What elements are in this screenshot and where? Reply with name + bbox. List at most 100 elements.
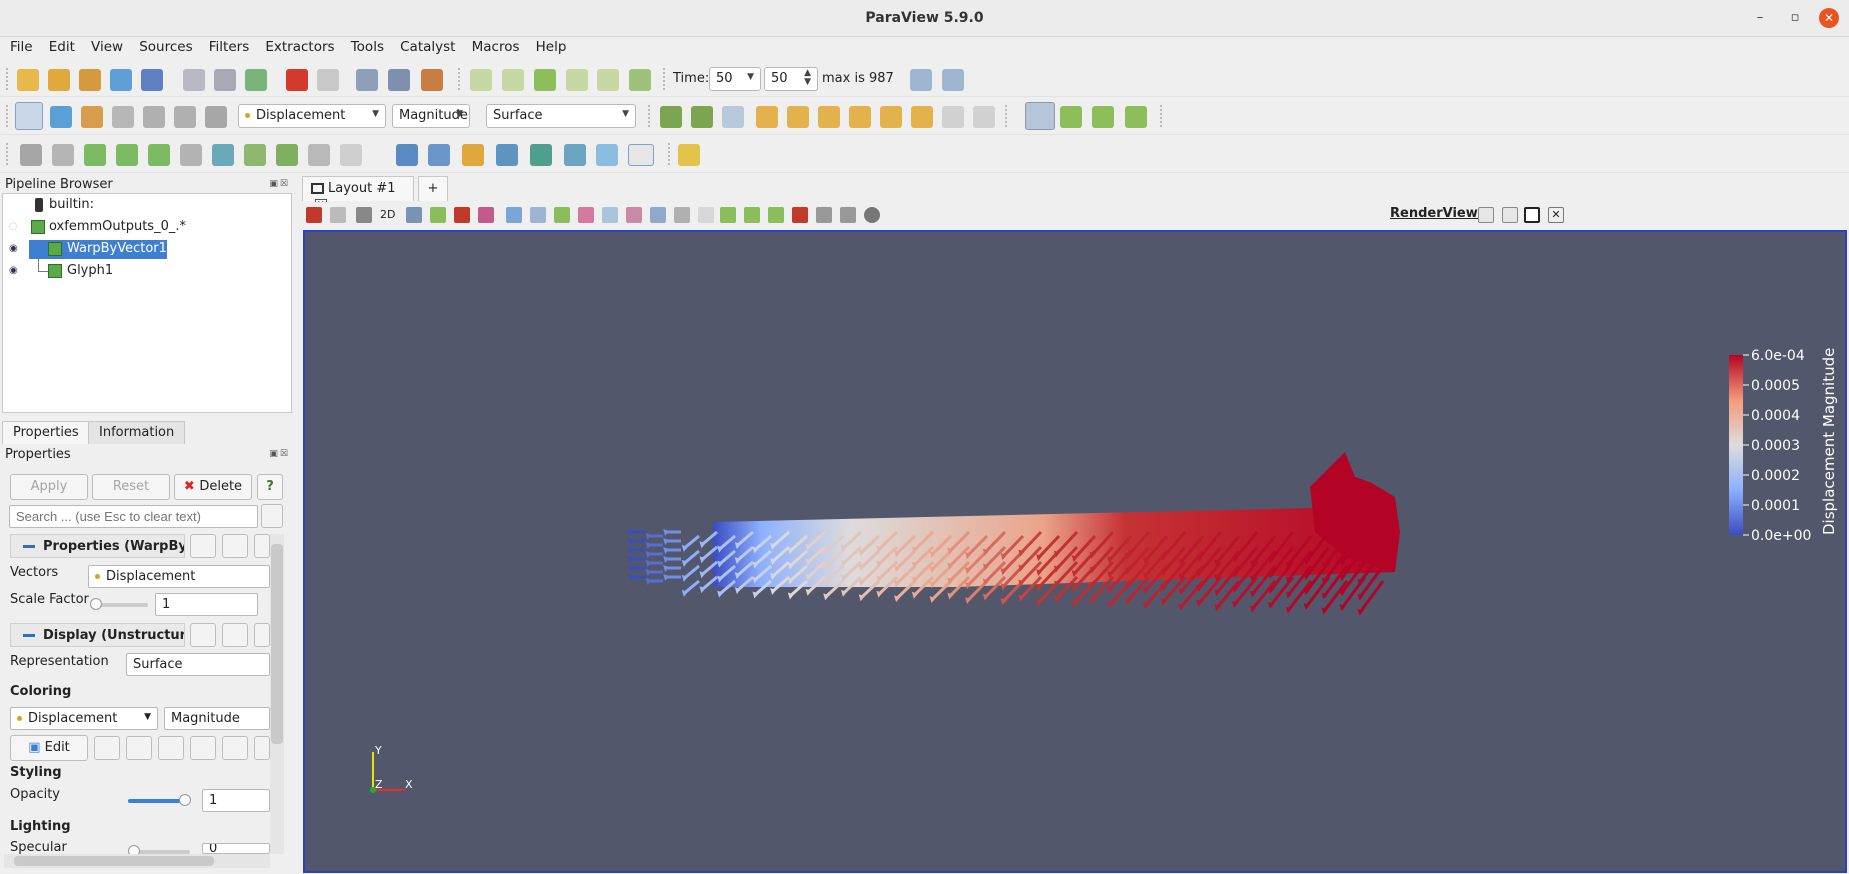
rescale-icon[interactable] <box>126 736 152 760</box>
interaction-mode-icon[interactable] <box>1125 106 1147 128</box>
calculator-icon[interactable] <box>20 144 42 166</box>
extract-level-icon[interactable] <box>340 144 362 166</box>
toolbar-grip[interactable] <box>668 143 672 165</box>
time-value-combo[interactable]: 50 ▼ <box>709 67 761 91</box>
toolbar-grip[interactable] <box>648 105 652 127</box>
grow-selection-icon[interactable] <box>626 207 642 223</box>
paste-icon[interactable] <box>222 534 248 558</box>
zoom-box-icon[interactable] <box>406 207 422 223</box>
redo-icon[interactable] <box>317 69 339 91</box>
gear-icon[interactable] <box>261 504 283 528</box>
hover-cells-icon[interactable] <box>602 207 618 223</box>
rotate-plus-90-icon[interactable] <box>942 106 964 128</box>
add-layout-button[interactable]: + <box>418 176 448 201</box>
tree-item-oxfemm-outputs[interactable]: ◌ oxfemmOutputs_0_.* <box>3 218 291 237</box>
properties-horizontal-scrollbar[interactable] <box>4 854 270 868</box>
dock-buttons[interactable]: ▣☒ <box>269 449 290 459</box>
view-plus-y-icon[interactable] <box>818 106 840 128</box>
view-plus-x-icon[interactable] <box>756 106 778 128</box>
connect-icon[interactable] <box>110 69 132 91</box>
toolbar-grip[interactable] <box>458 68 462 90</box>
zoom-to-box-icon[interactable] <box>942 69 964 91</box>
slice-icon[interactable] <box>116 144 138 166</box>
restore-defaults-icon[interactable] <box>254 623 270 647</box>
first-frame-icon[interactable] <box>470 69 492 91</box>
pick-center-icon[interactable] <box>1092 106 1114 128</box>
view-minus-x-icon[interactable] <box>787 106 809 128</box>
camera-icon[interactable] <box>356 207 372 223</box>
split-horizontal-icon[interactable] <box>1478 207 1494 223</box>
plot-over-line-icon[interactable] <box>396 144 418 166</box>
rescale-custom-range-icon[interactable] <box>143 106 165 128</box>
toolbar-grip[interactable] <box>663 68 667 90</box>
restore-defaults-icon[interactable] <box>254 534 270 558</box>
split-vertical-icon[interactable] <box>1502 207 1518 223</box>
interactive-select-icon[interactable] <box>506 207 522 223</box>
toggle-2d-button[interactable]: 2D <box>380 208 395 221</box>
play-icon[interactable] <box>534 69 556 91</box>
opacity-slider-knob[interactable] <box>178 794 191 806</box>
edit-color-map-icon[interactable] <box>50 106 72 128</box>
specular-input[interactable]: 0 <box>202 843 270 854</box>
menu-file[interactable]: File <box>10 37 33 55</box>
scrollbar-thumb[interactable] <box>14 856 214 866</box>
menu-help[interactable]: Help <box>536 37 567 55</box>
eye-visible-icon[interactable]: ◉ <box>9 265 18 276</box>
rotate-minus-90-icon[interactable] <box>973 106 995 128</box>
menu-filters[interactable]: Filters <box>209 37 249 55</box>
search-input[interactable] <box>9 505 258 528</box>
frustum-select-icon[interactable] <box>530 207 546 223</box>
previous-frame-icon[interactable] <box>502 69 524 91</box>
maximize-view-icon[interactable] <box>1524 207 1540 223</box>
plus-icon[interactable] <box>816 207 832 223</box>
undo-icon[interactable] <box>286 69 308 91</box>
reset-center-icon[interactable] <box>1060 106 1082 128</box>
plot-data-icon[interactable] <box>496 144 518 166</box>
tree-item-builtin[interactable]: builtin: <box>3 196 291 215</box>
tree-item-warp-by-vector[interactable]: ◉ WarpByVector1 <box>3 240 291 259</box>
toolbar-grip[interactable] <box>1005 105 1009 127</box>
save-state-icon[interactable] <box>183 69 205 91</box>
select-cells-icon[interactable] <box>430 207 446 223</box>
close-button[interactable]: ✕ <box>1819 8 1839 28</box>
representation-combo[interactable]: Surface <box>126 653 270 676</box>
tab-information[interactable]: Information <box>88 421 186 444</box>
favorite-preset-icon[interactable] <box>222 736 248 760</box>
separate-color-map-icon[interactable] <box>94 736 120 760</box>
display-section-header[interactable]: Display (Unstructur <box>10 623 185 647</box>
toggle-selection-icon[interactable] <box>698 207 714 223</box>
select-points-icon[interactable] <box>454 207 470 223</box>
reload-icon[interactable] <box>245 69 267 91</box>
zoom-closest-icon[interactable] <box>722 106 744 128</box>
show-labels-icon[interactable] <box>720 207 736 223</box>
cancel-icon[interactable] <box>864 207 880 223</box>
dock-buttons[interactable]: ▣☒ <box>269 179 290 189</box>
reset-button[interactable]: Reset <box>92 474 170 500</box>
toolbar-grip[interactable] <box>6 68 10 90</box>
rescale-data-range-icon[interactable] <box>112 106 134 128</box>
view-minus-y-icon[interactable] <box>849 106 871 128</box>
toggle-color-legend-icon[interactable] <box>15 102 43 130</box>
toolbar-grip[interactable] <box>1160 105 1164 127</box>
scrollbar-thumb[interactable] <box>271 544 283 744</box>
menu-catalyst[interactable]: Catalyst <box>400 37 455 55</box>
disconnect-icon[interactable] <box>141 69 163 91</box>
python-calculator-icon[interactable] <box>530 144 552 166</box>
close-view-icon[interactable]: ✕ <box>1548 207 1564 223</box>
camera-reset-icon[interactable] <box>356 69 378 91</box>
render-view[interactable]: Y Z X 6.0e-04 0.0005 0.0004 0.0003 0.0002 0.0… <box>303 230 1847 873</box>
render-view-name[interactable]: RenderView1 <box>1390 206 1487 221</box>
reset-camera-closest-icon[interactable] <box>691 106 713 128</box>
extract-subset-icon[interactable] <box>180 144 202 166</box>
minus-icon[interactable] <box>840 207 856 223</box>
show-center-icon[interactable] <box>1025 102 1055 130</box>
last-frame-icon[interactable] <box>597 69 619 91</box>
component-combo[interactable]: Magnitude ▼ <box>392 104 470 128</box>
minimize-button[interactable]: – <box>1750 8 1770 28</box>
use-separate-color-map-icon[interactable] <box>81 106 103 128</box>
help-button[interactable]: ? <box>257 474 283 500</box>
opacity-input[interactable]: 1 <box>202 789 270 812</box>
rescale-temporal-icon[interactable] <box>190 736 216 760</box>
maximize-button[interactable]: ▫ <box>1785 8 1805 28</box>
temporal-interpolator-icon[interactable] <box>596 144 618 166</box>
